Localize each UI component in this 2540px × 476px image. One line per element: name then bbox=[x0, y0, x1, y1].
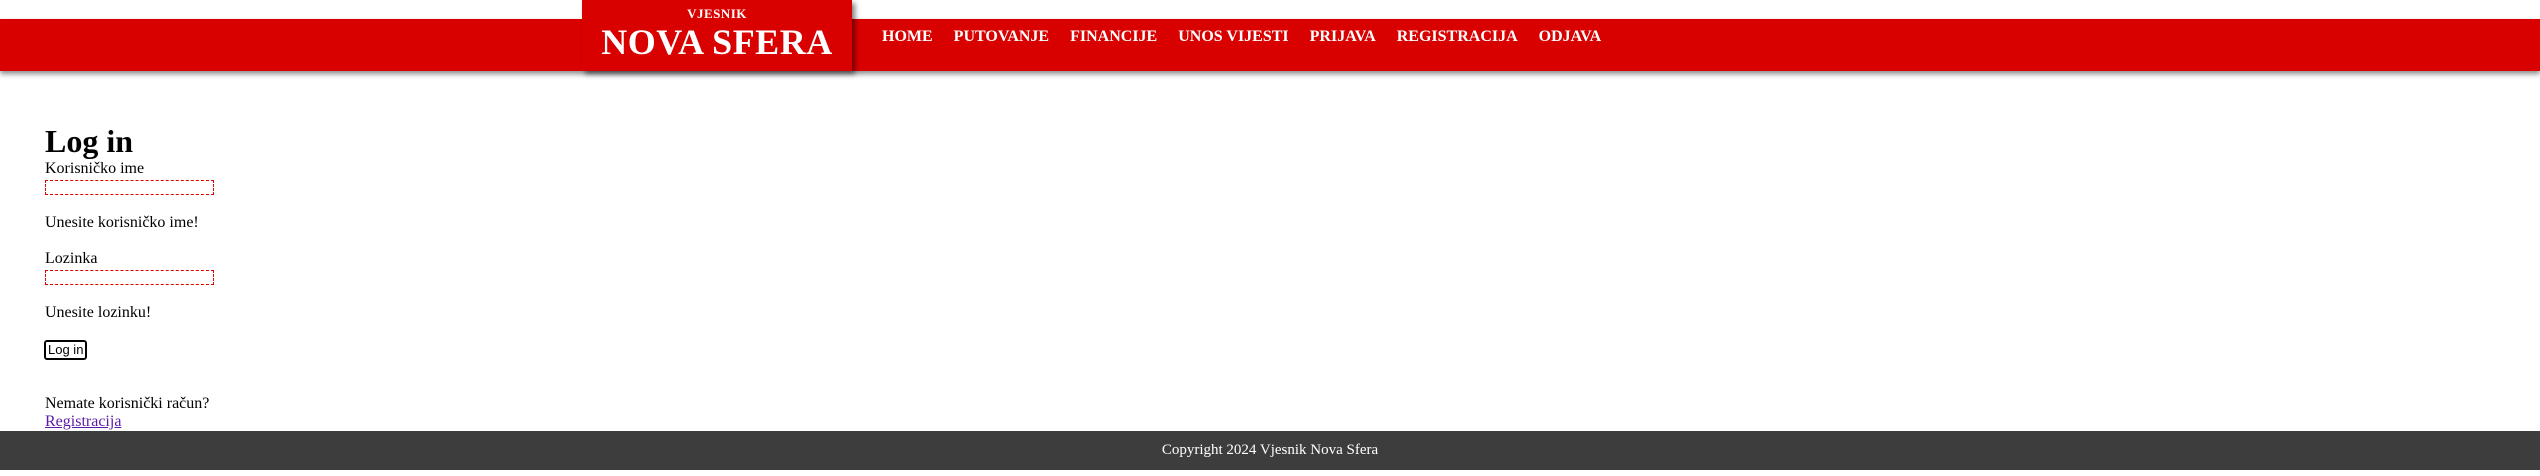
username-field[interactable] bbox=[45, 180, 214, 195]
password-label: Lozinka bbox=[45, 250, 98, 267]
nav-item-unos-vijesti[interactable]: UNOS VIJESTI bbox=[1178, 28, 1288, 46]
nav-item-financije[interactable]: FINANCIJE bbox=[1070, 28, 1157, 46]
username-error: Unesite korisničko ime! bbox=[45, 214, 199, 231]
nav-item-registracija[interactable]: REGISTRACIJA bbox=[1397, 28, 1518, 46]
copyright-text: Copyright 2024 Vjesnik Nova Sfera bbox=[1161, 442, 1379, 458]
logo-title: NOVA SFERA bbox=[601, 22, 833, 62]
nav-item-home[interactable]: HOME bbox=[882, 28, 933, 46]
password-error: Unesite lozinku! bbox=[45, 304, 152, 321]
login-button[interactable]: Log in bbox=[43, 340, 88, 360]
main-nav: HOME PUTOVANJE FINANCIJE UNOS VIJESTI PR… bbox=[882, 19, 1622, 55]
username-label: Korisničko ime bbox=[45, 160, 145, 177]
page-title: Log in bbox=[45, 123, 134, 159]
footer: Copyright 2024 Vjesnik Nova Sfera bbox=[0, 431, 2540, 470]
nav-item-putovanje[interactable]: PUTOVANJE bbox=[954, 28, 1049, 46]
register-link[interactable]: Registracija bbox=[45, 413, 121, 431]
nav-item-odjava[interactable]: ODJAVA bbox=[1539, 28, 1602, 46]
site-logo[interactable]: VJESNIK NOVA SFERA bbox=[582, 0, 852, 71]
logo-subtitle: VJESNIK bbox=[687, 6, 747, 21]
no-account-text: Nemate korisnički račun? bbox=[45, 395, 210, 412]
password-field[interactable] bbox=[45, 270, 214, 285]
nav-item-prijava[interactable]: PRIJAVA bbox=[1310, 28, 1376, 46]
